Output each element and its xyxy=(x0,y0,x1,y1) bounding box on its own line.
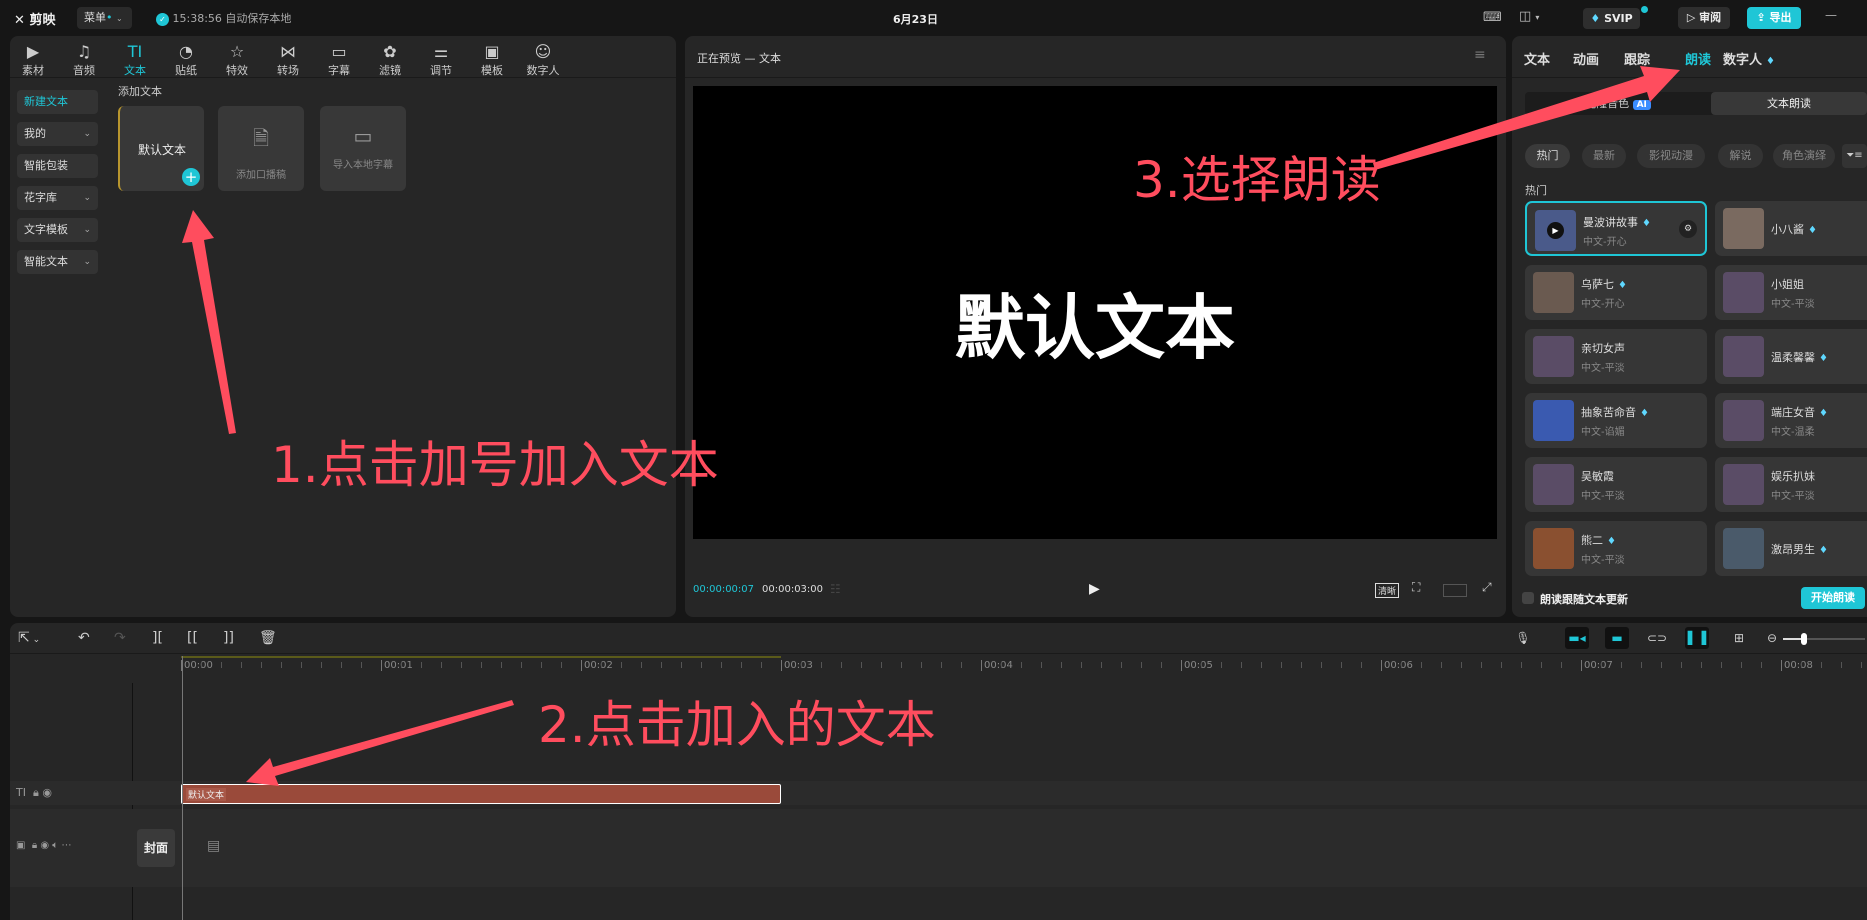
arrow-step1 xyxy=(182,210,236,434)
annotation-step2: 2.点击加入的文本 xyxy=(538,696,936,754)
arrow-step2 xyxy=(246,700,514,786)
annotation-step1: 1.点击加号加入文本 xyxy=(271,436,719,494)
annotation-step3: 3.选择朗读 xyxy=(1133,151,1381,209)
arrow-step3 xyxy=(1373,66,1680,170)
